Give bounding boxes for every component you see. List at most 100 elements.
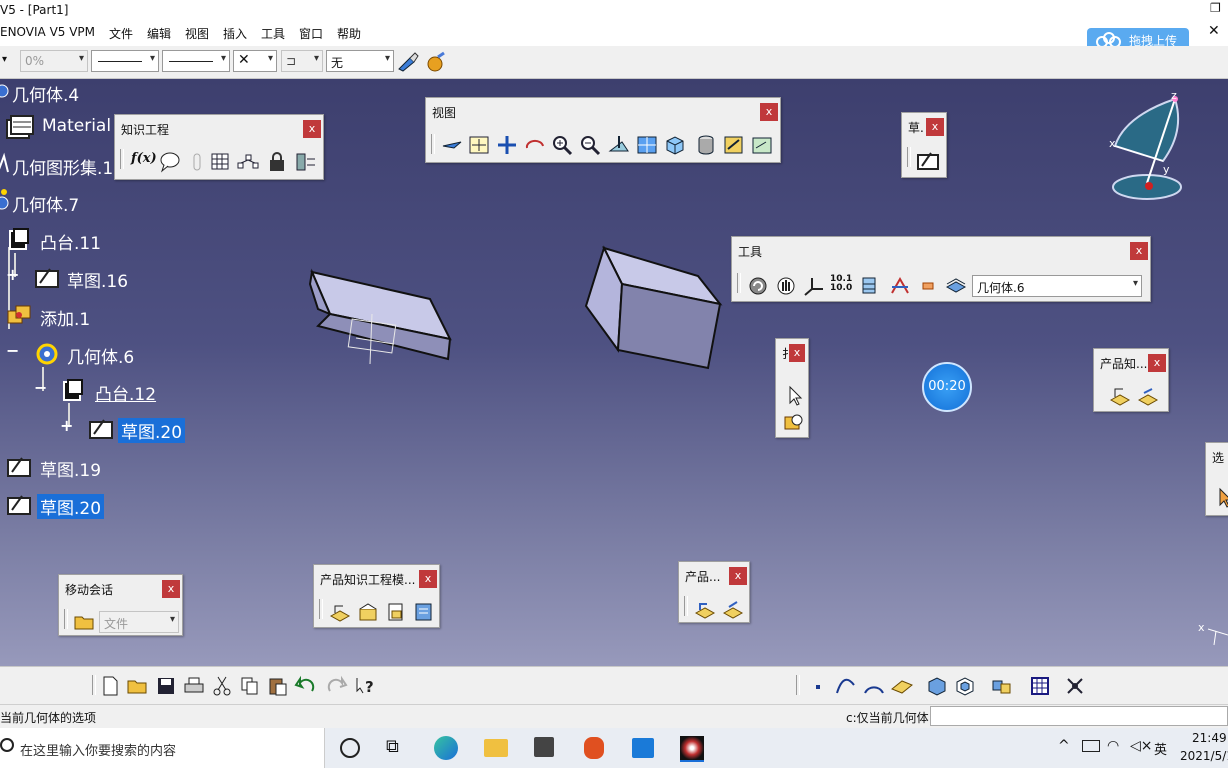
update-button[interactable] bbox=[746, 275, 770, 297]
menu-help[interactable]: 帮助 bbox=[337, 25, 361, 42]
rotate-button[interactable] bbox=[523, 134, 547, 156]
compass-widget[interactable]: z x y bbox=[1105, 91, 1195, 211]
law-button[interactable] bbox=[236, 151, 260, 173]
restore-window-icon[interactable]: ❐ bbox=[1210, 1, 1221, 15]
assemble-button[interactable] bbox=[990, 675, 1014, 697]
body-selector-icon-button[interactable] bbox=[944, 275, 968, 297]
toolbar-grip[interactable] bbox=[92, 675, 96, 695]
render-style-select[interactable]: ⊐ ▾ bbox=[281, 50, 323, 72]
point-symbol-select[interactable]: ✕ ▾ bbox=[233, 50, 277, 72]
arc-button[interactable] bbox=[862, 675, 886, 697]
instantiate-product-button[interactable] bbox=[721, 598, 745, 620]
menu-window[interactable]: 窗口 bbox=[299, 25, 323, 42]
power-input-field[interactable] bbox=[930, 706, 1228, 726]
spline-button[interactable] bbox=[834, 675, 858, 697]
design-table-button[interactable] bbox=[209, 151, 233, 173]
close-icon[interactable]: x bbox=[419, 570, 437, 588]
toolbar-grip[interactable] bbox=[907, 147, 911, 167]
select-button[interactable] bbox=[782, 385, 806, 407]
store-icon[interactable] bbox=[534, 737, 554, 757]
copy-button[interactable] bbox=[238, 675, 262, 697]
swap-visible-space-button[interactable] bbox=[750, 134, 774, 156]
chevron-down-icon[interactable]: ▾ bbox=[2, 54, 7, 65]
close-icon[interactable]: x bbox=[303, 120, 321, 138]
menu-insert[interactable]: 插入 bbox=[223, 25, 247, 42]
sketch-button[interactable] bbox=[916, 149, 940, 171]
catalog-browser-button[interactable] bbox=[782, 411, 806, 433]
product-template-button[interactable] bbox=[693, 598, 717, 620]
zoom-in-button[interactable] bbox=[551, 134, 575, 156]
apply-material-button[interactable] bbox=[424, 51, 448, 73]
pocket-button[interactable] bbox=[953, 675, 977, 697]
scan-button[interactable] bbox=[888, 275, 912, 297]
expand-icon[interactable]: + bbox=[6, 265, 19, 284]
menu-enovia[interactable]: ENOVIA V5 VPM bbox=[0, 25, 95, 39]
fit-all-in-button[interactable] bbox=[467, 134, 491, 156]
grid-button[interactable] bbox=[1028, 675, 1052, 697]
toolbar-grip[interactable] bbox=[120, 149, 124, 169]
menu-view[interactable]: 视图 bbox=[185, 25, 209, 42]
comment-button[interactable] bbox=[158, 151, 182, 173]
battery-icon[interactable] bbox=[1082, 740, 1100, 752]
body-select[interactable]: 几何体.6 ▾ bbox=[972, 275, 1142, 297]
powercopy-button[interactable] bbox=[328, 601, 352, 623]
collapse-icon[interactable]: − bbox=[6, 341, 19, 360]
menu-edit[interactable]: 编辑 bbox=[147, 25, 171, 42]
new-button[interactable] bbox=[98, 675, 122, 697]
input-language[interactable]: 英 bbox=[1154, 739, 1167, 758]
app-icon[interactable] bbox=[584, 737, 604, 759]
user-feature-button[interactable] bbox=[356, 601, 380, 623]
instantiate-template-button[interactable] bbox=[1136, 385, 1160, 407]
toolbar-grip[interactable] bbox=[64, 609, 68, 629]
toolbar-grip[interactable] bbox=[737, 273, 741, 293]
catia-app-icon[interactable] bbox=[680, 736, 704, 762]
check-button[interactable] bbox=[185, 151, 209, 173]
close-icon[interactable]: x bbox=[1148, 354, 1166, 372]
whats-this-button[interactable]: ? bbox=[354, 675, 378, 697]
multi-view-button[interactable] bbox=[635, 134, 659, 156]
transparency-select[interactable]: 0% ▾ bbox=[20, 50, 88, 72]
open-button[interactable] bbox=[126, 675, 150, 697]
manipulation-button[interactable] bbox=[774, 275, 798, 297]
dimensions-button[interactable]: 10.1 10.0 bbox=[830, 275, 854, 297]
clock-time[interactable]: 21:49 bbox=[1192, 731, 1227, 745]
edge-select-button[interactable] bbox=[1214, 487, 1228, 509]
close-icon[interactable]: x bbox=[729, 567, 747, 585]
menu-tools[interactable]: 工具 bbox=[261, 25, 285, 42]
close-icon[interactable]: x bbox=[1130, 242, 1148, 260]
line-type-select[interactable]: ▾ bbox=[162, 50, 230, 72]
axis-system-button[interactable] bbox=[802, 275, 826, 297]
point-button[interactable] bbox=[806, 675, 830, 697]
layer-select[interactable]: 无 ▾ bbox=[326, 50, 394, 72]
document-template-button[interactable] bbox=[384, 601, 408, 623]
recording-timer[interactable]: 00:20 bbox=[922, 362, 972, 412]
snap-to-point-button[interactable] bbox=[1064, 675, 1088, 697]
zoom-out-button[interactable] bbox=[579, 134, 603, 156]
shading-button[interactable] bbox=[694, 134, 718, 156]
close-window-icon[interactable]: ✕ bbox=[1208, 23, 1220, 39]
save-button[interactable] bbox=[154, 675, 178, 697]
menu-file[interactable]: 文件 bbox=[109, 25, 133, 42]
clock-date[interactable]: 2021/5/1 bbox=[1180, 749, 1228, 763]
session-file-select[interactable]: 文件 ▾ bbox=[99, 611, 179, 633]
pan-button[interactable] bbox=[495, 134, 519, 156]
define-in-work-object-button[interactable] bbox=[916, 275, 940, 297]
redo-button[interactable] bbox=[324, 675, 348, 697]
cortana-icon[interactable] bbox=[340, 738, 360, 758]
toolbar-grip[interactable] bbox=[431, 134, 435, 154]
lock-button[interactable] bbox=[265, 151, 289, 173]
wifi-icon[interactable]: ◠ bbox=[1107, 738, 1119, 754]
solid-flat-box[interactable] bbox=[300, 264, 460, 374]
task-view-icon[interactable]: ⧉ bbox=[386, 736, 399, 757]
undo-button[interactable] bbox=[294, 675, 318, 697]
pad-button[interactable] bbox=[925, 675, 949, 697]
close-icon[interactable]: x bbox=[162, 580, 180, 598]
hide-show-button[interactable] bbox=[722, 134, 746, 156]
open-folder-button[interactable] bbox=[73, 611, 97, 633]
save-in-catalog-button[interactable] bbox=[412, 601, 436, 623]
paste-button[interactable] bbox=[266, 675, 290, 697]
fly-mode-button[interactable] bbox=[440, 134, 464, 156]
plane-button[interactable] bbox=[890, 675, 914, 697]
close-icon[interactable]: x bbox=[789, 344, 805, 362]
edge-browser-icon[interactable] bbox=[434, 736, 458, 760]
